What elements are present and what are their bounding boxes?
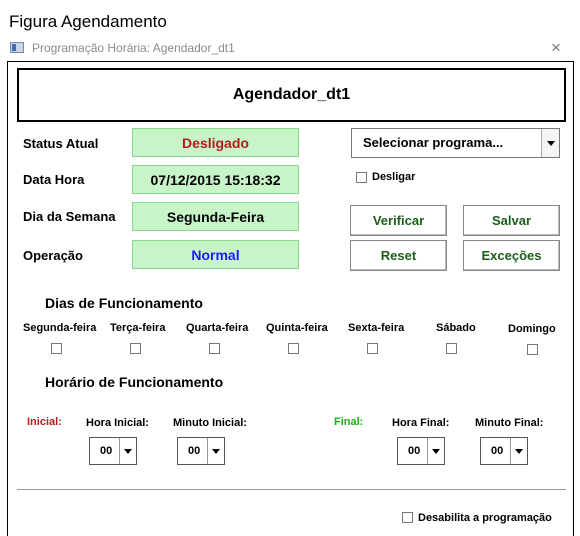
start-hour-label: Hora Inicial: — [86, 417, 149, 429]
datetime-label: Data Hora — [23, 172, 85, 187]
end-minute-label: Minuto Final: — [475, 417, 544, 429]
start-minute-label: Minuto Inicial: — [173, 417, 247, 429]
start-minute-value: 00 — [188, 445, 201, 457]
disable-schedule-label: Desabilita a programação — [418, 512, 552, 524]
datetime-value: 07/12/2015 15:18:32 — [150, 171, 281, 188]
day-checkbox-tuesday[interactable] — [130, 343, 141, 354]
day-label-friday: Sexta-feira — [348, 322, 405, 334]
hours-section-title: Horário de Funcionamento — [45, 374, 224, 390]
day-checkbox-friday[interactable] — [367, 343, 378, 354]
day-label-saturday: Sábado — [436, 322, 476, 334]
window-titlebar: Programação Horária: Agendador_dt1 × — [0, 38, 580, 60]
start-hour-value: 00 — [100, 445, 113, 457]
start-hour-select[interactable]: 00 — [89, 437, 137, 465]
day-label-wednesday: Quarta-feira — [186, 322, 249, 334]
end-hour-value: 00 — [408, 445, 421, 457]
day-label-monday: Segunda-feira — [23, 322, 97, 334]
status-value: Desligado — [182, 134, 249, 151]
chevron-down-icon[interactable] — [541, 129, 559, 157]
day-checkbox-monday[interactable] — [51, 343, 62, 354]
start-label: Inicial: — [27, 416, 62, 428]
scheduler-name: Agendador_dt1 — [232, 86, 351, 103]
days-section-title: Dias de Funcionamento — [45, 295, 203, 311]
program-select-value: Selecionar programa... — [363, 135, 504, 150]
end-label: Final: — [334, 416, 364, 428]
turn-off-label: Desligar — [372, 171, 416, 183]
end-minute-select[interactable]: 00 — [480, 437, 528, 465]
footer-divider — [17, 489, 566, 490]
start-minute-select[interactable]: 00 — [177, 437, 225, 465]
status-label: Status Atual — [23, 136, 99, 151]
close-icon[interactable]: × — [551, 38, 561, 58]
figure-caption: Figura Agendamento — [9, 12, 167, 31]
chevron-down-icon[interactable] — [427, 438, 444, 464]
datetime-value-field: 07/12/2015 15:18:32 — [132, 165, 299, 194]
operation-value: Normal — [191, 246, 240, 263]
exceptions-button[interactable]: Exceções — [463, 240, 560, 271]
day-checkbox-wednesday[interactable] — [209, 343, 220, 354]
weekday-label: Dia da Semana — [23, 209, 116, 224]
end-hour-select[interactable]: 00 — [397, 437, 445, 465]
save-button[interactable]: Salvar — [463, 205, 560, 236]
day-label-thursday: Quinta-feira — [266, 322, 328, 334]
chevron-down-icon[interactable] — [207, 438, 224, 464]
end-hour-label: Hora Final: — [392, 417, 450, 429]
program-select[interactable]: Selecionar programa... — [351, 128, 560, 158]
window-title: Programação Horária: Agendador_dt1 — [32, 41, 235, 55]
reset-button[interactable]: Reset — [350, 240, 447, 271]
chevron-down-icon[interactable] — [510, 438, 527, 464]
day-label-tuesday: Terça-feira — [110, 322, 166, 334]
weekday-value-field: Segunda-Feira — [132, 202, 299, 231]
scheduler-name-header: Agendador_dt1 — [17, 68, 566, 122]
verify-button[interactable]: Verificar — [350, 205, 447, 236]
disable-schedule-checkbox[interactable] — [402, 512, 413, 523]
day-checkbox-sunday[interactable] — [527, 344, 538, 355]
day-label-sunday: Domingo — [508, 323, 556, 335]
turn-off-checkbox[interactable] — [356, 172, 367, 183]
day-checkbox-saturday[interactable] — [446, 343, 457, 354]
chevron-down-icon[interactable] — [119, 438, 136, 464]
weekday-value: Segunda-Feira — [166, 208, 265, 225]
end-minute-value: 00 — [491, 445, 504, 457]
operation-value-field: Normal — [132, 240, 299, 269]
operation-label: Operação — [23, 248, 83, 263]
day-checkbox-thursday[interactable] — [288, 343, 299, 354]
app-window-icon — [10, 42, 24, 53]
status-value-field: Desligado — [132, 128, 299, 157]
